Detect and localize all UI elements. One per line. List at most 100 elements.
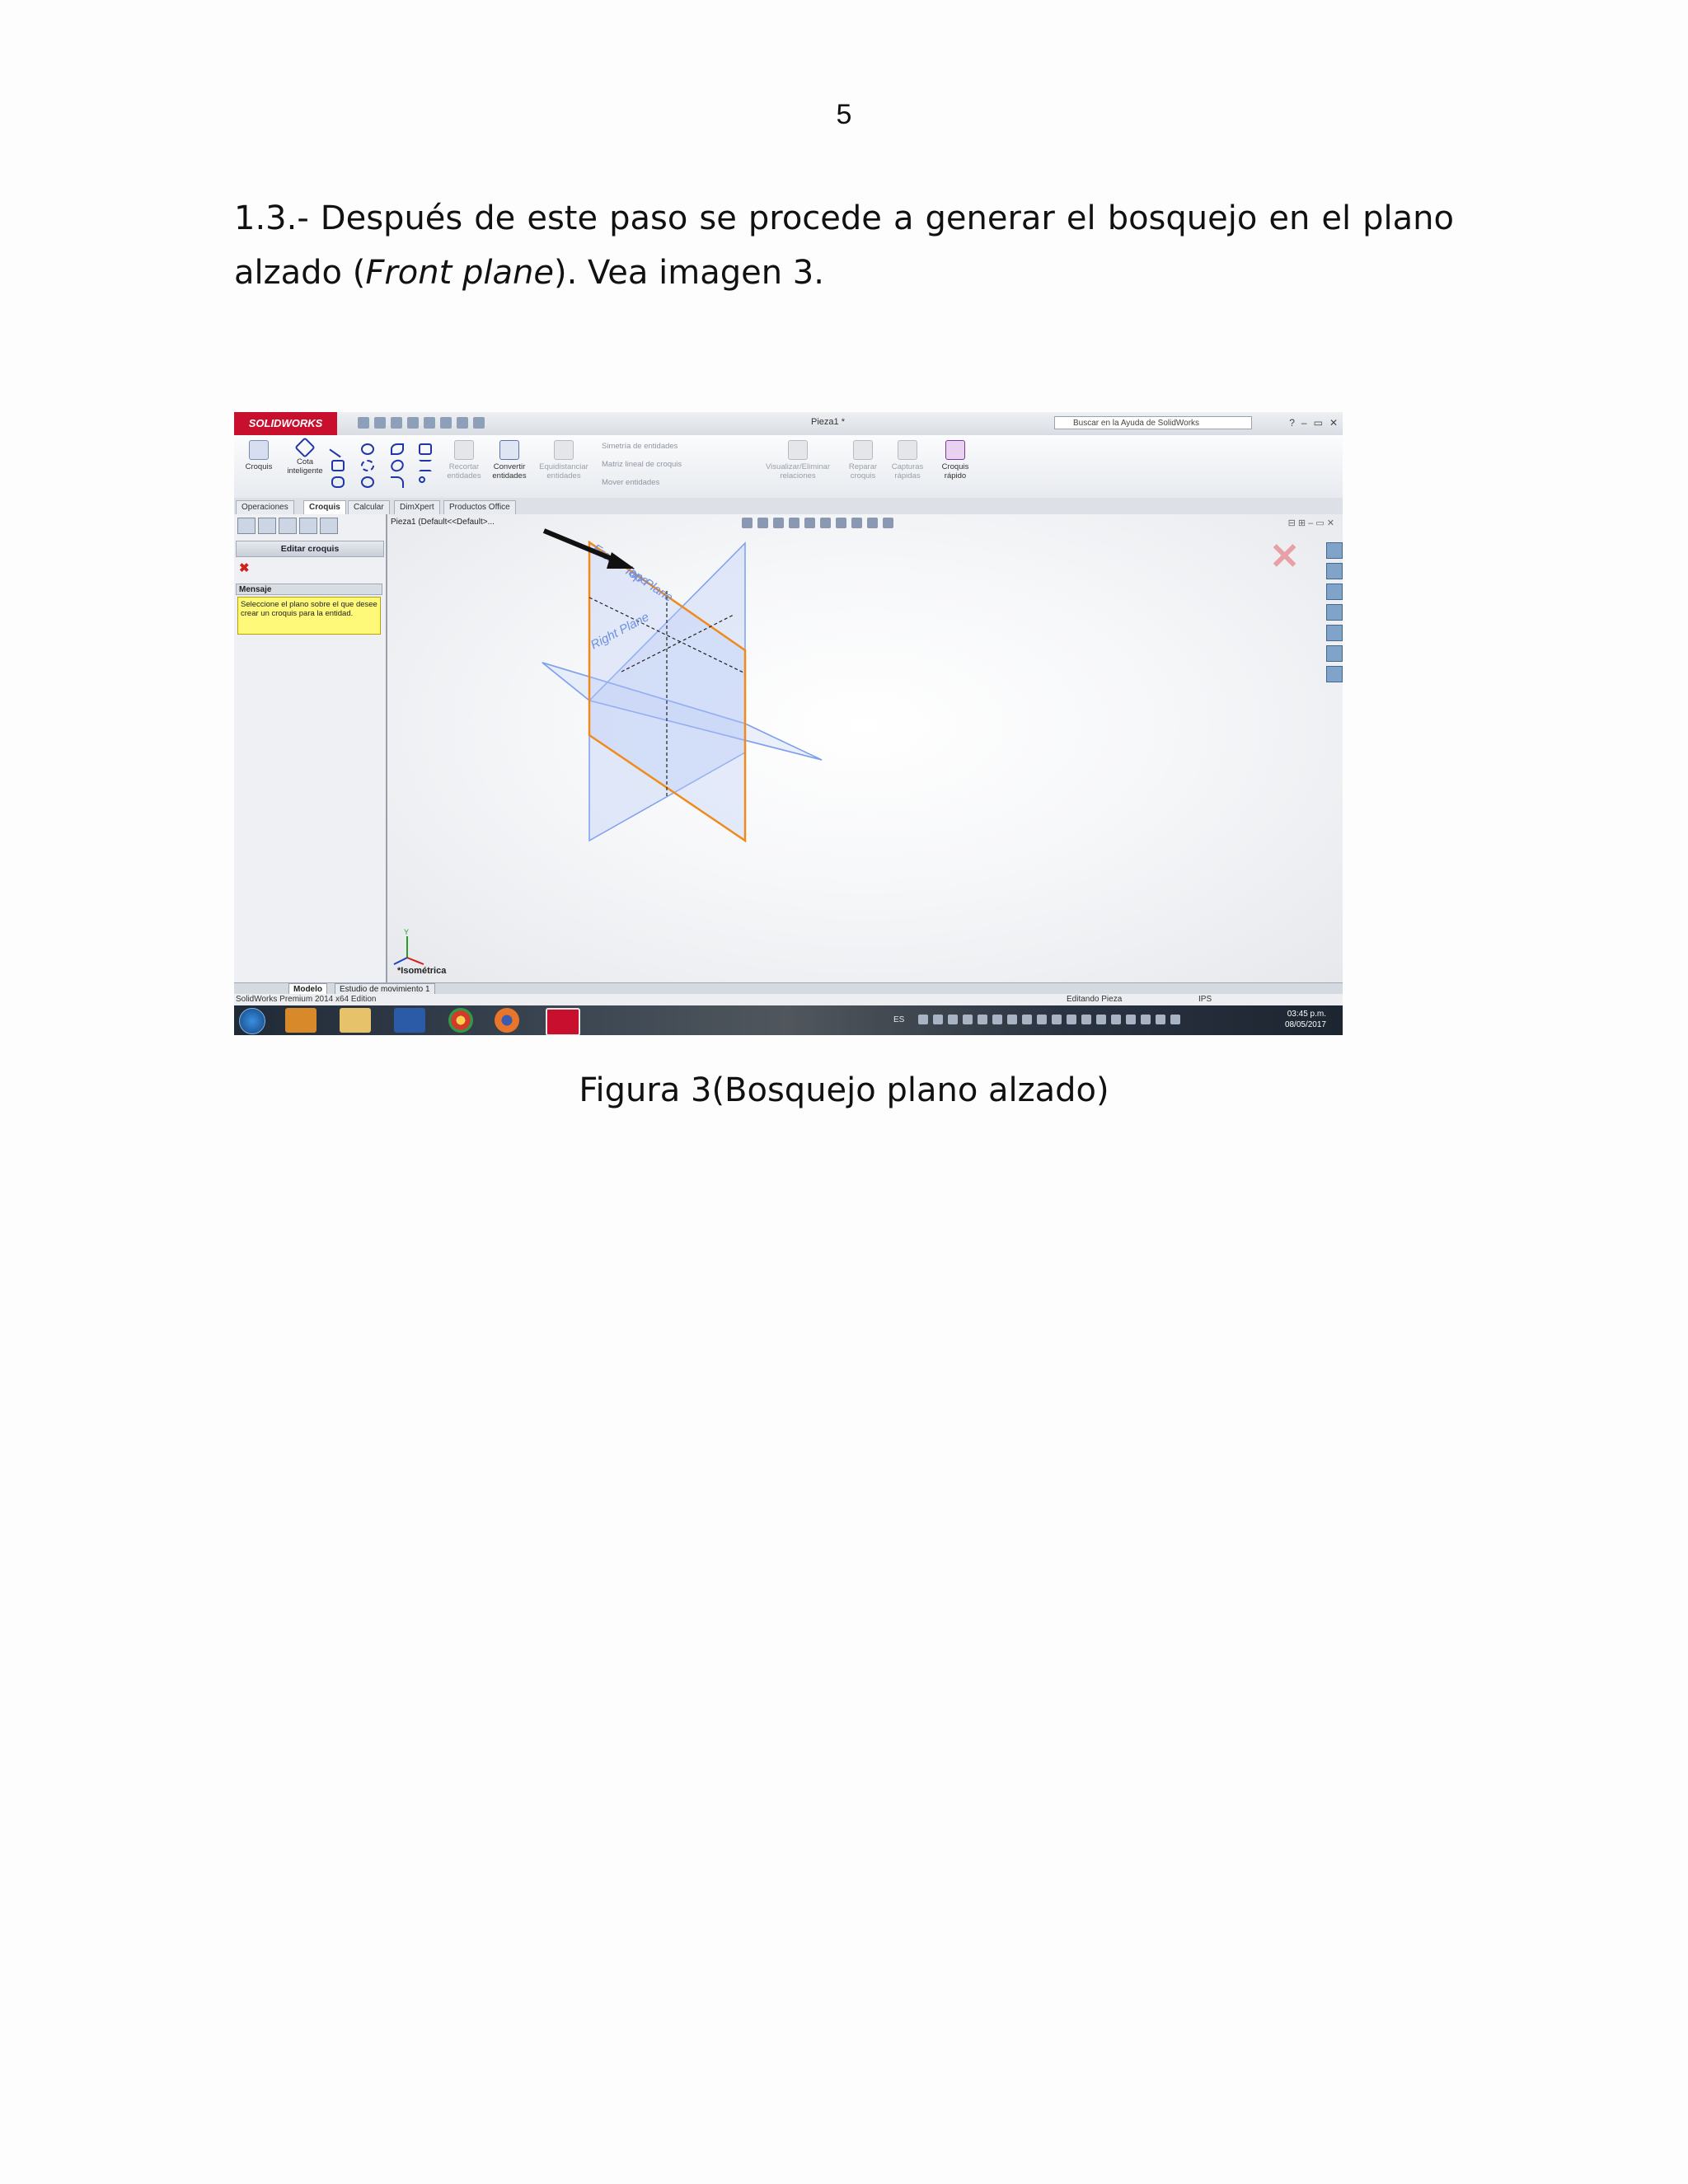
system-tray-icons (918, 1015, 1180, 1024)
page-number: 5 (836, 99, 852, 130)
minimize-button[interactable]: – (1301, 417, 1307, 429)
firefox-icon[interactable] (495, 1008, 519, 1033)
circle-icon[interactable] (361, 443, 374, 455)
dimxpert-icon[interactable] (299, 518, 317, 534)
rebuild-icon[interactable] (457, 417, 468, 429)
line-icon[interactable] (329, 440, 347, 458)
grid-icon[interactable] (419, 443, 432, 455)
body-paragraph: 1.3.- Después de este paso se procede a … (234, 191, 1454, 300)
cancel-icon[interactable]: ✖ (239, 560, 250, 575)
word-icon[interactable] (394, 1008, 425, 1033)
relations-button[interactable]: Visualizar/Eliminar relaciones (757, 440, 839, 480)
quick-access-toolbar (358, 417, 485, 429)
clock-date: 08/05/2017 (1284, 1020, 1326, 1029)
sketch-button[interactable]: Croquis (239, 440, 279, 471)
start-button[interactable] (239, 1008, 265, 1034)
open-file-icon[interactable] (374, 417, 386, 429)
command-manager-tabs: Operaciones Croquis Calcular DimXpert Pr… (234, 498, 1343, 515)
clock-time: 03:45 p.m. (1287, 1010, 1326, 1019)
linear-pattern-button[interactable]: Matriz lineal de croquis (602, 460, 682, 469)
view-orientation-label: *Isométrica (397, 966, 447, 976)
tray-icon[interactable] (1126, 1015, 1136, 1024)
chrome-icon[interactable] (448, 1008, 473, 1033)
tray-icon[interactable] (918, 1015, 928, 1024)
close-button[interactable]: ✕ (1329, 417, 1338, 429)
tab-operaciones[interactable]: Operaciones (236, 500, 294, 514)
rapid-sketch-icon (945, 440, 965, 460)
media-player-icon[interactable] (285, 1008, 316, 1033)
move-button[interactable]: Mover entidades (602, 478, 659, 487)
tab-dimxpert[interactable]: DimXpert (394, 500, 440, 514)
slot-icon[interactable] (331, 476, 345, 488)
help-button[interactable]: ? (1289, 417, 1295, 429)
ellipse-icon[interactable] (388, 457, 406, 475)
configuration-icon[interactable] (279, 518, 297, 534)
save-icon[interactable] (391, 417, 402, 429)
taskbar-clock[interactable]: 03:45 p.m. 08/05/2017 (1285, 1009, 1326, 1030)
triangle-icon[interactable] (419, 460, 432, 471)
print-icon[interactable] (407, 417, 419, 429)
rapid-sketch-button[interactable]: Croquis rápido (933, 440, 978, 480)
windows-taskbar: ES 03:45 p.m. 08/05/2017 (234, 1005, 1343, 1035)
help-search-input[interactable]: Buscar en la Ayuda de SolidWorks (1054, 416, 1252, 429)
fillet-icon[interactable] (391, 476, 404, 488)
edition-label: SolidWorks Premium 2014 x64 Edition (236, 995, 377, 1004)
display-manager-icon[interactable] (320, 518, 338, 534)
network-icon[interactable] (1156, 1015, 1165, 1024)
tray-icon[interactable] (1141, 1015, 1151, 1024)
tray-icon[interactable] (1007, 1015, 1017, 1024)
tab-calcular[interactable]: Calcular (348, 500, 390, 514)
mirror-button[interactable]: Simetría de entidades (602, 442, 678, 451)
message-header[interactable]: Mensaje (236, 583, 382, 595)
tray-icon[interactable] (1111, 1015, 1121, 1024)
rectangle-icon[interactable] (331, 460, 345, 471)
quick-snaps-button[interactable]: Capturas rápidas (887, 440, 928, 480)
tray-icon[interactable] (1096, 1015, 1106, 1024)
language-indicator[interactable]: ES (893, 1015, 904, 1024)
triad-y-label: Y (404, 928, 409, 936)
file-explorer-taskbar-icon[interactable] (340, 1008, 371, 1033)
convert-button[interactable]: Convertir entidades (488, 440, 531, 480)
tray-icon[interactable] (1022, 1015, 1032, 1024)
offset-button[interactable]: Equidistanciar entidades (532, 440, 595, 480)
graphics-area[interactable]: Pieza1 (Default<<Default>... ⊟ ⊞ – ▭ ✕ ✕ (387, 514, 1343, 982)
trim-icon (454, 440, 474, 460)
smart-dimension-button[interactable]: Cota inteligente (282, 437, 328, 476)
restore-button[interactable]: ▭ (1314, 417, 1323, 429)
sketch-icon (249, 440, 269, 460)
units-label[interactable]: IPS (1198, 994, 1212, 1005)
tray-icon[interactable] (992, 1015, 1002, 1024)
trim-button[interactable]: Recortar entidades (443, 440, 485, 480)
paragraph-tail: ). Vea imagen 3. (553, 254, 824, 292)
dimension-icon (294, 437, 316, 458)
volume-icon[interactable] (1170, 1015, 1180, 1024)
point-icon[interactable] (419, 476, 425, 483)
tray-icon[interactable] (933, 1015, 943, 1024)
solidworks-logo[interactable]: SOLIDWORKS (234, 412, 337, 435)
tray-icon[interactable] (948, 1015, 958, 1024)
new-file-icon[interactable] (358, 417, 369, 429)
point-circle-icon[interactable] (361, 476, 374, 488)
feature-tree-icon[interactable] (237, 518, 256, 534)
relations-icon (788, 440, 808, 460)
solidworks-screenshot: SOLIDWORKS Pieza1 * Buscar en la Ayuda d… (234, 412, 1343, 1035)
solidworks-taskbar-icon[interactable] (546, 1008, 580, 1035)
select-icon[interactable] (440, 417, 452, 429)
sketch-tools-group (329, 440, 438, 491)
tab-croquis[interactable]: Croquis (303, 500, 346, 514)
property-manager-icon[interactable] (258, 518, 276, 534)
undo-icon[interactable] (424, 417, 435, 429)
tab-productos-office[interactable]: Productos Office (443, 500, 516, 514)
tray-icon[interactable] (1081, 1015, 1091, 1024)
tray-icon[interactable] (1037, 1015, 1047, 1024)
tray-icon[interactable] (963, 1015, 973, 1024)
arc-icon[interactable] (361, 460, 374, 471)
tray-icon[interactable] (978, 1015, 987, 1024)
spline-icon[interactable] (391, 443, 404, 455)
status-bar: SolidWorks Premium 2014 x64 Edition Edit… (234, 994, 1343, 1005)
repair-sketch-button[interactable]: Reparar croquis (844, 440, 882, 480)
edit-sketch-header: Editar croquis (236, 541, 384, 557)
options-icon[interactable] (473, 417, 485, 429)
tray-icon[interactable] (1067, 1015, 1076, 1024)
tray-icon[interactable] (1052, 1015, 1062, 1024)
